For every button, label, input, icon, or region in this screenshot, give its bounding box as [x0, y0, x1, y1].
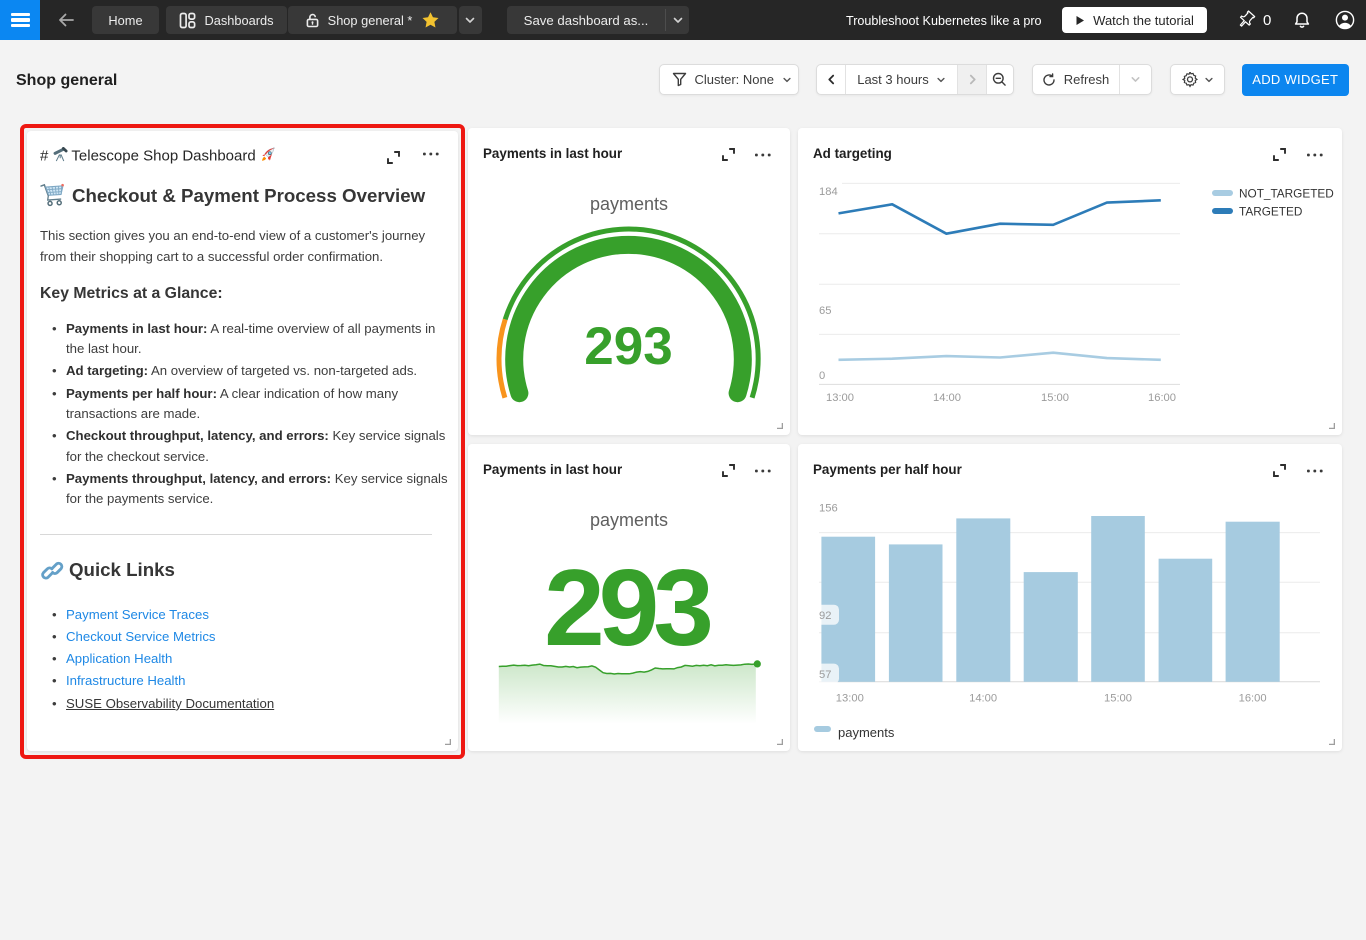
- svg-text:13:00: 13:00: [836, 693, 864, 705]
- svg-text:15:00: 15:00: [1104, 693, 1132, 705]
- svg-text:65: 65: [819, 305, 831, 317]
- svg-text:TARGETED: TARGETED: [1239, 205, 1302, 219]
- svg-text:13:00: 13:00: [826, 392, 854, 404]
- svg-text:57: 57: [819, 669, 831, 681]
- svg-text:293: 293: [584, 317, 672, 376]
- svg-text:184: 184: [819, 186, 838, 198]
- svg-text:0: 0: [819, 370, 825, 382]
- svg-text:14:00: 14:00: [933, 392, 961, 404]
- svg-text:156: 156: [819, 503, 838, 515]
- svg-text:payments: payments: [838, 725, 895, 740]
- svg-text:16:00: 16:00: [1239, 693, 1267, 705]
- svg-text:16:00: 16:00: [1148, 392, 1176, 404]
- svg-text:NOT_TARGETED: NOT_TARGETED: [1239, 187, 1334, 201]
- svg-text:92: 92: [819, 610, 831, 622]
- svg-text:15:00: 15:00: [1041, 392, 1069, 404]
- svg-text:14:00: 14:00: [969, 693, 997, 705]
